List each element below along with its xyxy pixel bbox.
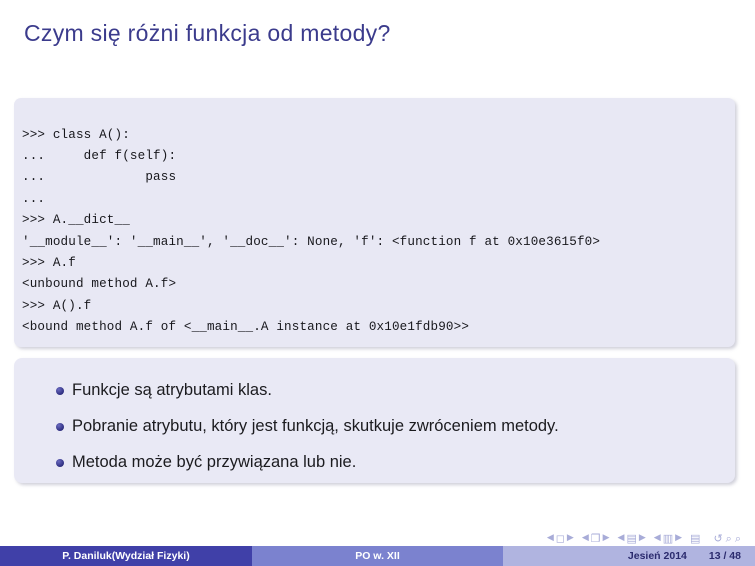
code-block-text: >>> class A(): ... def f(self): ... pass… — [22, 127, 601, 335]
next-frame-icon[interactable]: ▶ — [603, 533, 610, 544]
zoom-in-icon[interactable]: ⌕ — [726, 533, 732, 544]
footer-term: Jesień 2014 — [627, 550, 687, 562]
next-section-icon[interactable]: ▶ — [675, 533, 682, 544]
list-item-label: Funkcje są atrybutami klas. — [72, 381, 272, 399]
bullet-dot-icon — [56, 423, 64, 431]
nav-group-frame[interactable]: ◀ ❐ ▶ — [582, 533, 610, 544]
nav-group-slide[interactable]: ◀ ◻ ▶ — [547, 533, 574, 544]
section-icon[interactable]: ▥ — [663, 533, 673, 544]
prev-slide-icon[interactable]: ◀ — [547, 533, 554, 544]
back-icon[interactable]: ↺ — [713, 533, 722, 544]
slide-icon[interactable]: ◻ — [556, 533, 565, 544]
prev-subsection-icon[interactable]: ◀ — [618, 533, 625, 544]
footer-author: P. Daniluk(Wydział Fizyki) — [0, 546, 252, 566]
nav-group-section[interactable]: ◀ ▥ ▶ — [654, 533, 682, 544]
list-item-label: Pobranie atrybutu, który jest funkcją, s… — [72, 417, 559, 435]
next-slide-icon[interactable]: ▶ — [567, 533, 574, 544]
footer-lecture-title: PO w. XII — [252, 546, 503, 566]
footer-page-number: 13 / 48 — [708, 550, 741, 562]
prev-section-icon[interactable]: ◀ — [654, 533, 661, 544]
prev-frame-icon[interactable]: ◀ — [582, 533, 589, 544]
bullet-dot-icon — [56, 387, 64, 395]
footer-bar: P. Daniluk(Wydział Fizyki) PO w. XII Jes… — [0, 546, 755, 566]
list-item: Pobranie atrybutu, który jest funkcją, s… — [14, 416, 735, 437]
bullet-list: Funkcje są atrybutami klas. Pobranie atr… — [14, 358, 735, 483]
footer-right-section: Jesień 2014 13 / 48 — [503, 546, 755, 566]
subsection-icon[interactable]: ▤ — [626, 533, 636, 544]
list-item: Metoda może być przywiązana lub nie. — [14, 452, 735, 473]
frame-icon[interactable]: ❐ — [591, 533, 601, 544]
bullet-dot-icon — [56, 459, 64, 467]
list-item: Funkcje są atrybutami klas. — [14, 380, 735, 401]
page-title: Czym się różni funkcja od metody? — [24, 20, 391, 46]
next-subsection-icon[interactable]: ▶ — [639, 533, 646, 544]
beamer-navigation-symbols[interactable]: ◀ ◻ ▶ ◀ ❐ ▶ ◀ ▤ ▶ ◀ ▥ ▶ ▤ ↺ ⌕ ⌕ — [547, 533, 741, 544]
zoom-out-icon[interactable]: ⌕ — [735, 533, 741, 544]
list-item-label: Metoda może być przywiązana lub nie. — [72, 453, 357, 471]
document-icon[interactable]: ▤ — [690, 533, 700, 544]
nav-group-subsection[interactable]: ◀ ▤ ▶ — [618, 533, 646, 544]
